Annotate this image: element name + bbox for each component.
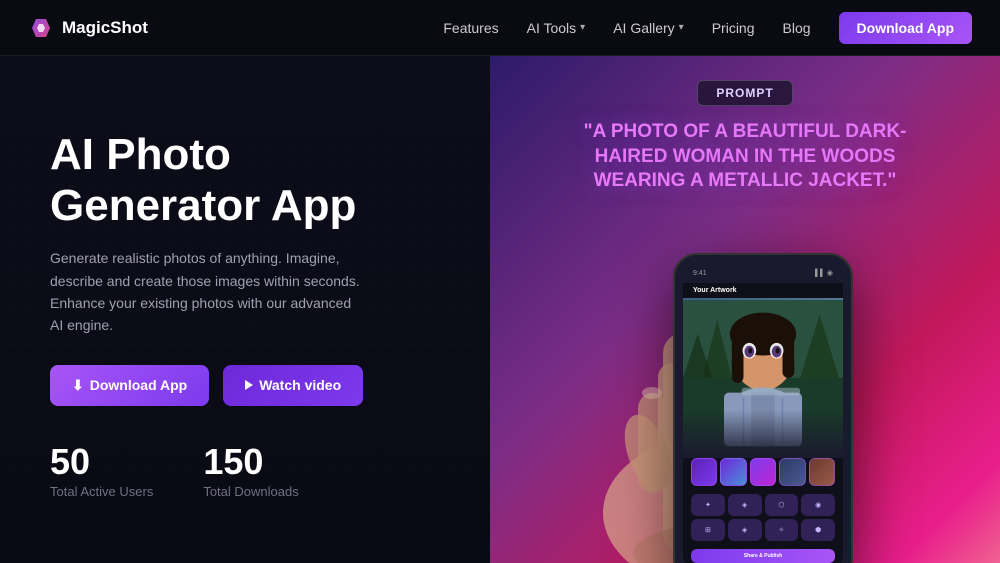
phone-icon-6: ◈ [728, 519, 762, 541]
phone-thumb-2 [720, 458, 746, 486]
hero-description: Generate realistic photos of anything. I… [50, 247, 360, 337]
phone-icon-1: ✦ [691, 494, 725, 516]
phone-icon-8: ⬢ [801, 519, 835, 541]
phone-action-button: Share & Publish [691, 549, 835, 563]
phone-icon-3: ⬡ [765, 494, 799, 516]
navbar: MagicShot Features AI Tools ▾ AI Gallery… [0, 0, 1000, 56]
right-panel: PROMPT "A PHOTO OF A BEAUTIFUL DARK-HAIR… [490, 56, 1000, 563]
nav-aigallery[interactable]: AI Gallery ▾ [613, 20, 684, 36]
phone-thumb-1 [691, 458, 717, 486]
nav-features[interactable]: Features [443, 20, 498, 36]
phone-icon-4: ◉ [801, 494, 835, 516]
phone-image-area [683, 298, 843, 458]
watch-video-button[interactable]: Watch video [223, 365, 363, 406]
phone-title: Your Artwork [683, 283, 843, 298]
download-icon: ⬇ [72, 377, 84, 394]
phone-thumbnails [683, 458, 843, 490]
main-content: AI PhotoGenerator App Generate realistic… [0, 56, 1000, 563]
phone-mockup: 9:41 ▌▌ ◉ Your Artwork [673, 253, 853, 563]
stat-downloads-label: Total Downloads [203, 484, 298, 499]
phone-status-icons: ▌▌ ◉ [815, 269, 833, 277]
phone-thumb-5 [809, 458, 835, 486]
aigallery-chevron-icon: ▾ [679, 22, 684, 33]
nav-pricing[interactable]: Pricing [712, 20, 755, 36]
phone-thumb-3 [750, 458, 776, 486]
hero-title: AI PhotoGenerator App [50, 130, 450, 231]
logo-icon [28, 15, 54, 41]
portrait-svg [683, 298, 843, 458]
hero-buttons: ⬇ Download App Watch video [50, 365, 450, 406]
phone-icon-grid: ✦ ◈ ⬡ ◉ ⊞ ◈ ✧ ⬢ [683, 490, 843, 545]
aitools-chevron-icon: ▾ [580, 22, 585, 33]
nav-download-button[interactable]: Download App [839, 12, 972, 44]
phone-thumb-4 [779, 458, 805, 486]
stat-downloads-number: 150 [203, 444, 298, 480]
stats-row: 50 Total Active Users 150 Total Download… [50, 444, 450, 499]
download-app-button[interactable]: ⬇ Download App [50, 365, 209, 406]
stat-users-label: Total Active Users [50, 484, 153, 499]
phone-icon-5: ⊞ [691, 519, 725, 541]
play-icon [245, 380, 253, 390]
phone-status-bar: 9:41 ▌▌ ◉ [683, 263, 843, 283]
brand-name: MagicShot [62, 18, 148, 38]
logo[interactable]: MagicShot [28, 15, 148, 41]
phone-frame: 9:41 ▌▌ ◉ Your Artwork [673, 253, 853, 563]
nav-aitools[interactable]: AI Tools ▾ [527, 20, 586, 36]
stat-active-users: 50 Total Active Users [50, 444, 153, 499]
nav-blog[interactable]: Blog [783, 20, 811, 36]
stat-users-number: 50 [50, 444, 153, 480]
stat-downloads: 150 Total Downloads [203, 444, 298, 499]
prompt-badge: PROMPT [697, 80, 792, 106]
phone-time: 9:41 [693, 270, 707, 277]
phone-icon-7: ✧ [765, 519, 799, 541]
left-panel: AI PhotoGenerator App Generate realistic… [0, 56, 490, 563]
portrait-image [683, 298, 843, 458]
nav-links: Features AI Tools ▾ AI Gallery ▾ Pricing… [443, 12, 972, 44]
phone-screen: 9:41 ▌▌ ◉ Your Artwork [683, 263, 843, 563]
phone-icon-2: ◈ [728, 494, 762, 516]
